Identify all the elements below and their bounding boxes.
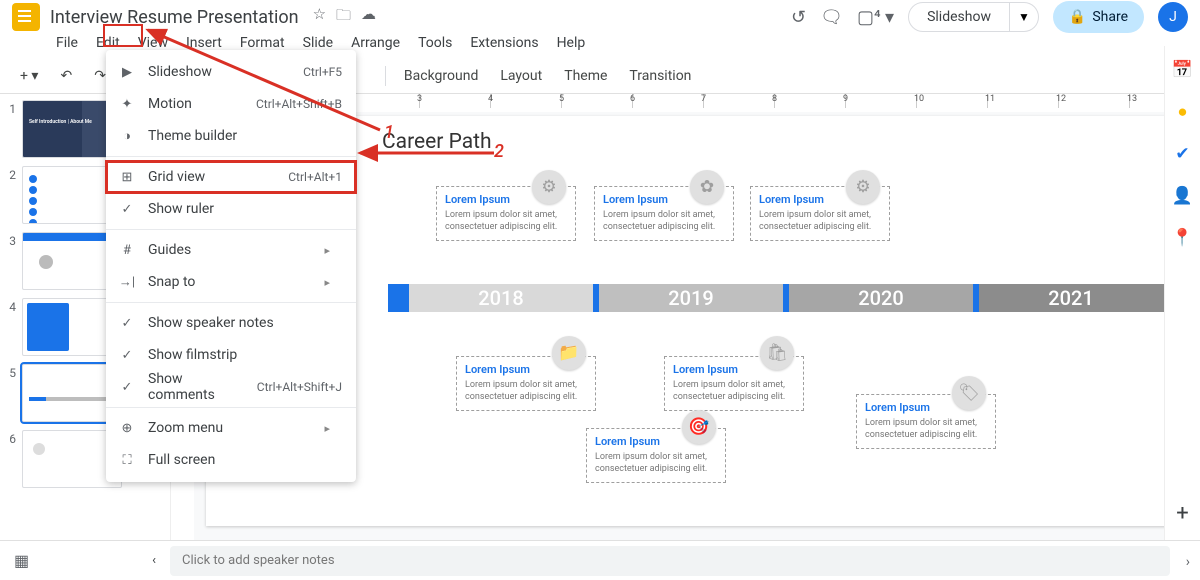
tag-icon: 🏷 bbox=[952, 376, 986, 410]
lock-icon: 🔒 bbox=[1069, 9, 1086, 25]
menu-item-shortcut: Ctrl+Alt+Shift+B bbox=[256, 97, 342, 111]
gear-icon: ⚙ bbox=[532, 170, 566, 204]
menu-item-label: Show ruler bbox=[148, 201, 330, 217]
view-menu-item[interactable]: ⊕ Zoom menu ▸ bbox=[106, 412, 356, 444]
version-history-icon[interactable]: ↺ bbox=[791, 7, 806, 28]
menu-item-shortcut: Ctrl+Alt+1 bbox=[288, 170, 342, 184]
cloud-status-icon: ☁ bbox=[361, 5, 376, 30]
share-label: Share bbox=[1092, 9, 1128, 25]
prev-slide-icon[interactable]: ‹ bbox=[152, 553, 156, 568]
menu-item-label: Theme builder bbox=[148, 128, 330, 144]
get-addons-icon[interactable]: + bbox=[1176, 501, 1188, 526]
menu-item-label: Show filmstrip bbox=[148, 347, 330, 363]
menu-tools[interactable]: Tools bbox=[410, 32, 460, 54]
doc-title[interactable]: Interview Resume Presentation bbox=[50, 7, 299, 28]
menu-item-icon: →| bbox=[118, 274, 136, 290]
view-menu-item[interactable]: →| Snap to ▸ bbox=[106, 266, 356, 298]
menu-item-label: Slideshow bbox=[148, 64, 291, 80]
menu-item-icon: ✓ bbox=[118, 348, 136, 363]
transition-chip[interactable]: Transition bbox=[621, 64, 699, 88]
bag-icon: 🛍 bbox=[760, 336, 794, 370]
timeline-bar[interactable]: 2018 2019 2020 2021 bbox=[406, 284, 1166, 312]
grid-view-icon[interactable]: ▦ bbox=[14, 551, 29, 570]
menu-item-icon: ◑ bbox=[118, 128, 136, 144]
side-panel: 📅 ● ✔ 👤 📍 + bbox=[1164, 46, 1200, 540]
annotation-step1: 1 bbox=[384, 122, 394, 143]
share-button[interactable]: 🔒 Share bbox=[1053, 1, 1144, 33]
meet-icon[interactable]: ▢⁴ ▾ bbox=[857, 7, 894, 28]
menu-item-shortcut: Ctrl+Alt+Shift+J bbox=[257, 380, 342, 394]
background-chip[interactable]: Background bbox=[396, 64, 486, 88]
menu-item-shortcut: Ctrl+F5 bbox=[303, 65, 342, 79]
theme-chip[interactable]: Theme bbox=[556, 64, 615, 88]
comments-icon[interactable]: 🗨 bbox=[820, 7, 843, 28]
menu-item-icon: ✓ bbox=[118, 316, 136, 331]
menu-item-icon: ▶ bbox=[118, 65, 136, 80]
menu-item-icon: ⊞ bbox=[118, 170, 136, 185]
menu-item-icon: ✦ bbox=[118, 97, 136, 112]
menu-item-label: Show comments bbox=[148, 371, 245, 403]
view-menu-item[interactable]: ✓ Show speaker notes bbox=[106, 307, 356, 339]
submenu-caret-icon: ▸ bbox=[324, 276, 330, 289]
explore-caret-icon[interactable]: › bbox=[1186, 554, 1190, 570]
menu-item-icon: # bbox=[118, 243, 136, 258]
move-icon[interactable]: 🗀 bbox=[336, 5, 351, 30]
separator bbox=[385, 66, 386, 86]
view-menu-item[interactable]: # Guides ▸ bbox=[106, 234, 356, 266]
view-menu-item[interactable]: ✦ Motion Ctrl+Alt+Shift+B bbox=[106, 88, 356, 120]
star-icon[interactable]: ☆ bbox=[313, 5, 326, 30]
slideshow-button[interactable]: Slideshow bbox=[908, 2, 1010, 32]
view-menu-dropdown: ▶ Slideshow Ctrl+F5 ✦ Motion Ctrl+Alt+Shift+B… bbox=[106, 50, 356, 482]
view-menu-item[interactable]: ⛶ Full screen bbox=[106, 444, 356, 476]
menu-item-icon: ⊕ bbox=[118, 421, 136, 436]
maps-icon[interactable]: 📍 bbox=[1172, 228, 1193, 248]
slide-title[interactable]: Career Path bbox=[382, 130, 492, 154]
new-slide-button[interactable]: + ▾ bbox=[12, 64, 46, 88]
menu-item-icon: ✓ bbox=[118, 202, 136, 217]
menu-item-icon: ⛶ bbox=[118, 453, 136, 468]
view-menu-item[interactable]: ✓ Show ruler bbox=[106, 193, 356, 225]
flower-icon: ✿ bbox=[690, 170, 724, 204]
menu-help[interactable]: Help bbox=[549, 32, 594, 54]
view-menu-item[interactable]: ▶ Slideshow Ctrl+F5 bbox=[106, 56, 356, 88]
menu-extensions[interactable]: Extensions bbox=[462, 32, 546, 54]
menu-item-label: Guides bbox=[148, 242, 312, 258]
view-menu-item[interactable]: ✓ Show comments Ctrl+Alt+Shift+J bbox=[106, 371, 356, 403]
title-bar: Interview Resume Presentation ☆ 🗀 ☁ ↺ 🗨 … bbox=[0, 0, 1200, 30]
contacts-icon[interactable]: 👤 bbox=[1172, 186, 1193, 206]
menu-file[interactable]: File bbox=[48, 32, 86, 54]
menu-item-icon: ✓ bbox=[118, 380, 136, 395]
tasks-icon[interactable]: ✔ bbox=[1175, 144, 1189, 164]
target-icon: 🎯 bbox=[682, 410, 716, 444]
view-menu-item[interactable]: ◑ Theme builder bbox=[106, 120, 356, 152]
menu-item-label: Full screen bbox=[148, 452, 330, 468]
folder-icon: 📁 bbox=[552, 336, 586, 370]
keep-icon[interactable]: ● bbox=[1177, 102, 1187, 122]
annotation-step2: 2 bbox=[494, 141, 504, 162]
undo-button[interactable]: ↶ bbox=[52, 64, 80, 88]
view-menu-item[interactable]: ✓ Show filmstrip bbox=[106, 339, 356, 371]
gear-icon: ⚙ bbox=[846, 170, 880, 204]
menu-item-label: Show speaker notes bbox=[148, 315, 330, 331]
slideshow-dropdown[interactable]: ▼ bbox=[1010, 2, 1039, 32]
view-menu-item[interactable]: ⊞ Grid view Ctrl+Alt+1 bbox=[106, 161, 356, 193]
submenu-caret-icon: ▸ bbox=[324, 244, 330, 257]
submenu-caret-icon: ▸ bbox=[324, 422, 330, 435]
menu-item-label: Snap to bbox=[148, 274, 312, 290]
speaker-notes-input[interactable]: Click to add speaker notes bbox=[170, 546, 1170, 576]
layout-chip[interactable]: Layout bbox=[492, 64, 550, 88]
menu-item-label: Zoom menu bbox=[148, 420, 312, 436]
calendar-icon[interactable]: 📅 bbox=[1172, 60, 1193, 80]
app-logo-icon[interactable] bbox=[12, 3, 40, 31]
account-avatar[interactable]: J bbox=[1158, 2, 1188, 32]
speaker-notes-bar: ▦ ‹ Click to add speaker notes › bbox=[0, 540, 1200, 580]
menu-item-label: Grid view bbox=[148, 169, 276, 185]
menu-item-label: Motion bbox=[148, 96, 244, 112]
